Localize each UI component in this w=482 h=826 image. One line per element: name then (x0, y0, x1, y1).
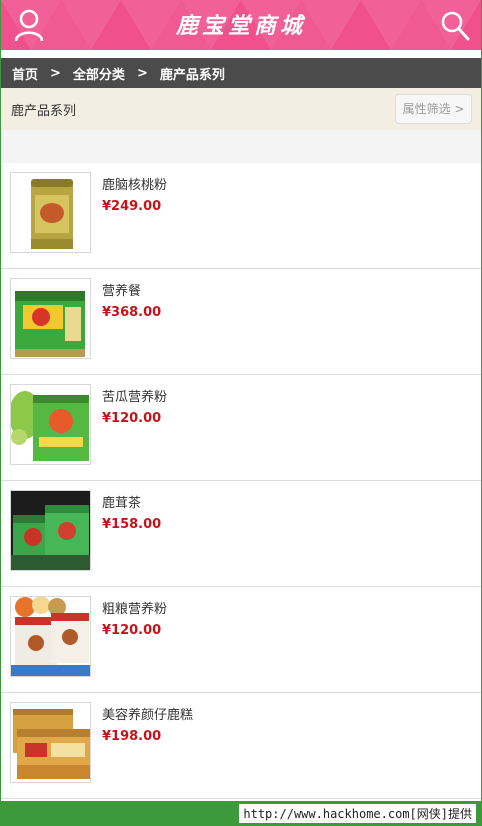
top-header: 鹿宝堂商城 (1, 0, 481, 50)
product-item[interactable]: 鹿茸茶 ¥158.00 (1, 481, 481, 587)
product-name[interactable]: 苦瓜营养粉 (102, 386, 167, 405)
product-price: ¥120.00 (102, 623, 162, 638)
category-bar: 鹿产品系列 属性筛选 > (1, 88, 481, 130)
product-price: ¥368.00 (102, 305, 162, 320)
breadcrumb-current: 鹿产品系列 (159, 67, 225, 83)
green-box-product-image[interactable] (10, 278, 91, 359)
breadcrumb-all-categories[interactable]: 全部分类 (73, 64, 125, 83)
cake-box-image[interactable] (10, 702, 91, 783)
bitter-melon-box-image[interactable] (10, 384, 91, 465)
breadcrumb-separator: > (50, 65, 61, 81)
category-name: 鹿产品系列 (11, 104, 77, 119)
product-item[interactable]: 美容养颜仔鹿糕 ¥198.00 (1, 693, 481, 799)
product-price: ¥198.00 (102, 729, 162, 744)
product-item[interactable]: 鹿脑核桃粉 ¥249.00 (1, 163, 481, 269)
breadcrumb-separator: > (136, 65, 148, 81)
product-item[interactable]: 粗粮营养粉 ¥120.00 (1, 587, 481, 693)
attribute-filter-button[interactable]: 属性筛选 > (395, 94, 472, 124)
app-frame: 鹿宝堂商城 首页 > 全部分类 > 鹿产品系列 鹿产品系列 属性筛选 > 鹿脑核… (0, 0, 482, 826)
product-list: 鹿脑核桃粉 ¥249.00 营养餐 ¥368.00 苦瓜营养粉 ¥120.00 … (1, 163, 481, 799)
tea-boxes-image[interactable] (10, 490, 91, 571)
search-button[interactable] (439, 8, 471, 42)
grain-powder-boxes-image[interactable] (10, 596, 91, 677)
section-spacer (1, 130, 481, 163)
product-name[interactable]: 美容养颜仔鹿糕 (102, 704, 193, 723)
gold-can-product-image[interactable] (10, 172, 91, 253)
breadcrumb-home[interactable]: 首页 (12, 64, 38, 83)
product-name[interactable]: 鹿茸茶 (102, 492, 141, 511)
product-name[interactable]: 粗粮营养粉 (102, 598, 167, 617)
product-price: ¥158.00 (102, 517, 162, 532)
product-price: ¥249.00 (102, 199, 162, 214)
product-item[interactable]: 苦瓜营养粉 ¥120.00 (1, 375, 481, 481)
breadcrumb: 首页 > 全部分类 > 鹿产品系列 (1, 58, 481, 88)
footer-bar: http://www.hackhome.com[网侠]提供 (0, 801, 482, 826)
search-icon (441, 11, 470, 41)
page-title: 鹿宝堂商城 (175, 13, 306, 39)
product-item[interactable]: 营养餐 ¥368.00 (1, 269, 481, 375)
credit-text: http://www.hackhome.com[网侠]提供 (239, 804, 476, 823)
product-price: ¥120.00 (102, 411, 162, 426)
product-name[interactable]: 营养餐 (102, 280, 141, 299)
product-name[interactable]: 鹿脑核桃粉 (102, 174, 167, 193)
